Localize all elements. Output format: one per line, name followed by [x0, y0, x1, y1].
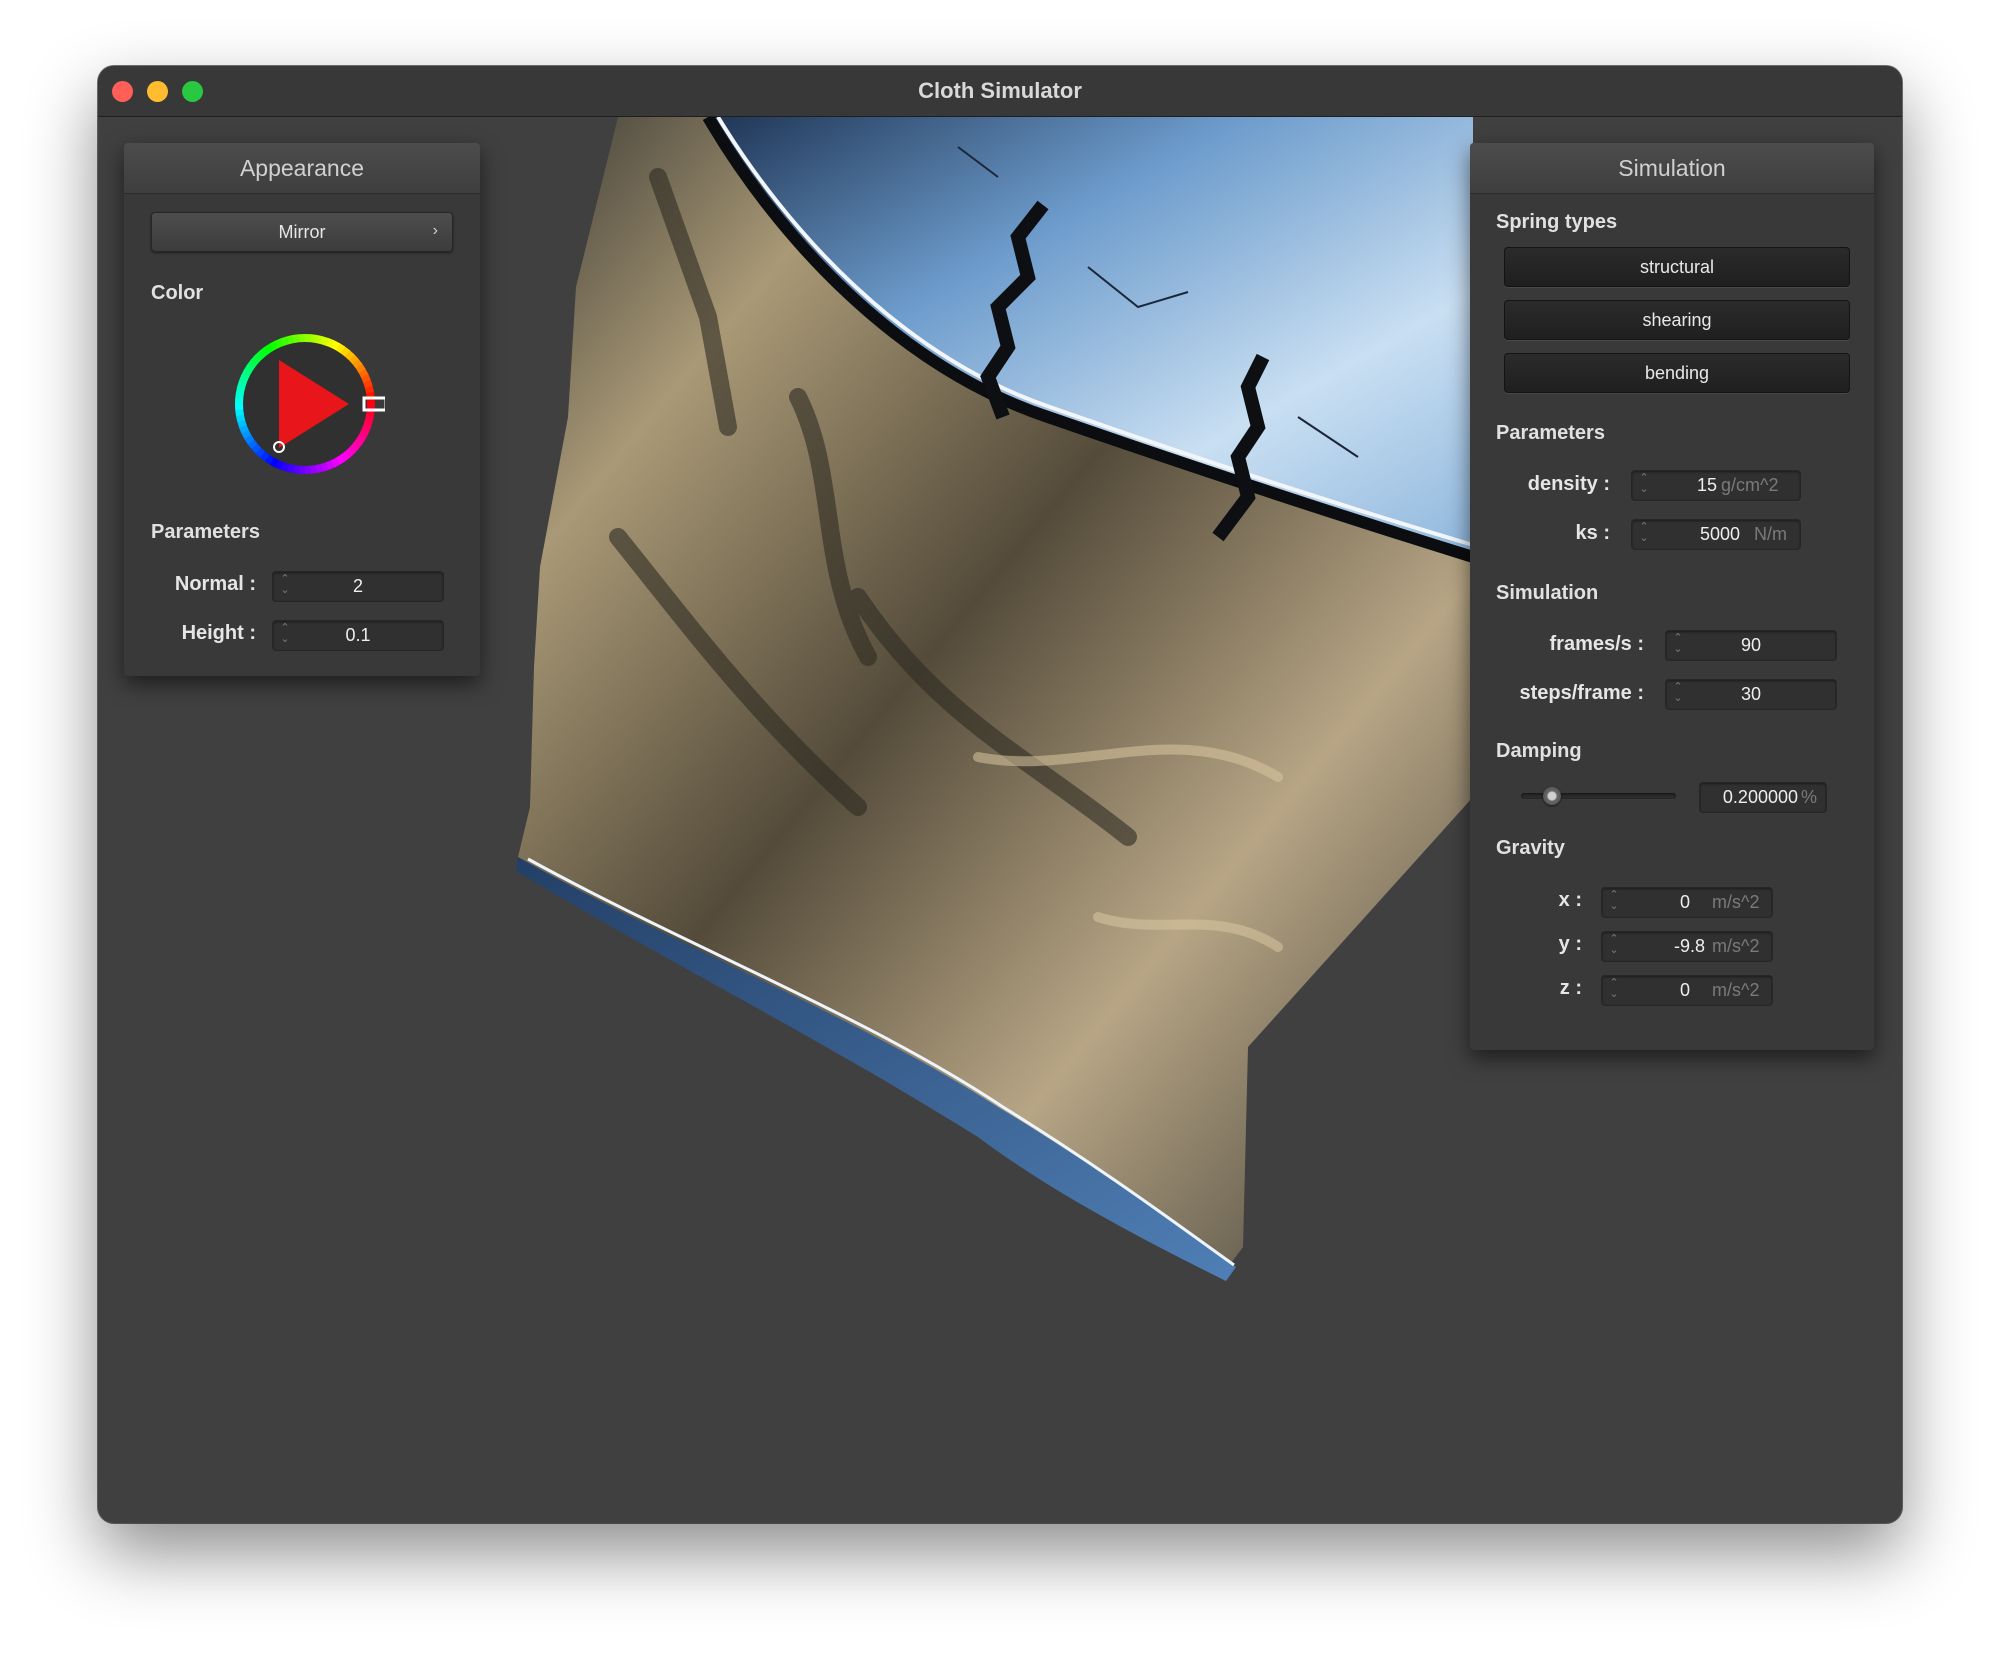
structural-button[interactable]: structural: [1504, 247, 1850, 287]
steps-per-frame-value: 30: [1740, 684, 1762, 704]
stepper-icon[interactable]: ⌃ ⌄: [1608, 934, 1620, 959]
gravity-x-value: 0: [1679, 892, 1690, 912]
damping-slider[interactable]: [1521, 784, 1676, 808]
gravity-label: Gravity: [1496, 837, 1565, 859]
stepper-icon[interactable]: ⌃ ⌄: [1608, 890, 1620, 915]
appearance-parameters-label: Parameters: [151, 521, 260, 543]
color-wheel-picker[interactable]: [225, 324, 385, 484]
damping-label: Damping: [1496, 740, 1582, 762]
stepper-icon[interactable]: ⌃ ⌄: [1638, 522, 1650, 547]
damping-unit: %: [1801, 787, 1818, 807]
frames-per-second-input[interactable]: ⌃ ⌄ 90: [1665, 630, 1837, 661]
ks-unit: N/m: [1754, 524, 1787, 544]
steps-per-frame-input[interactable]: ⌃ ⌄ 30: [1665, 679, 1837, 710]
gravity-x-input[interactable]: ⌃ ⌄ 0 m/s^2: [1601, 887, 1773, 918]
gravity-x-label: x :: [1558, 889, 1582, 911]
gravity-y-value: -9.8: [1673, 936, 1705, 956]
density-input[interactable]: ⌃ ⌄ 15 g/cm^2: [1631, 470, 1801, 501]
shader-dropdown-label: Mirror: [278, 222, 326, 242]
appearance-header: Appearance: [124, 143, 480, 194]
steps-per-frame-label: steps/frame :: [1519, 682, 1645, 704]
bending-button[interactable]: bending: [1504, 353, 1850, 393]
simulation-parameters-label: Parameters: [1496, 422, 1605, 444]
app-window: Cloth Simulator Appearance Mirror › Colo…: [98, 66, 1902, 1523]
simulation-panel: Simulation Spring types structural shear…: [1470, 143, 1874, 1050]
normal-input[interactable]: ⌃ ⌄ 2: [272, 571, 444, 602]
title-bar: Cloth Simulator: [98, 66, 1902, 117]
damping-value: 0.200000: [1722, 787, 1798, 807]
gravity-y-label: y :: [1558, 933, 1582, 955]
density-unit: g/cm^2: [1721, 475, 1779, 495]
gravity-y-input[interactable]: ⌃ ⌄ -9.8 m/s^2: [1601, 931, 1773, 962]
ks-input[interactable]: ⌃ ⌄ 5000 N/m: [1631, 519, 1801, 550]
damping-slider-knob[interactable]: [1543, 787, 1561, 805]
damping-input[interactable]: 0.200000 %: [1699, 782, 1827, 813]
gravity-y-unit: m/s^2: [1712, 936, 1760, 956]
chevron-right-icon: ›: [432, 222, 438, 239]
height-input[interactable]: ⌃ ⌄ 0.1: [272, 620, 444, 651]
height-value: 0.1: [345, 625, 371, 645]
height-label: Height :: [181, 622, 256, 644]
gravity-z-unit: m/s^2: [1712, 980, 1760, 1000]
stepper-icon[interactable]: ⌃ ⌄: [1608, 978, 1620, 1003]
shader-dropdown[interactable]: Mirror ›: [151, 212, 453, 252]
normal-value: 2: [352, 576, 363, 596]
color-label: Color: [151, 282, 204, 304]
window-title: Cloth Simulator: [918, 78, 1082, 103]
gravity-z-input[interactable]: ⌃ ⌄ 0 m/s^2: [1601, 975, 1773, 1006]
appearance-panel: Appearance Mirror › Color Parameters Nor…: [124, 143, 480, 676]
density-value: 15: [1696, 475, 1717, 495]
shearing-button[interactable]: shearing: [1504, 300, 1850, 340]
spring-types-label: Spring types: [1496, 211, 1618, 233]
normal-label: Normal :: [174, 573, 256, 595]
ks-value: 5000: [1699, 524, 1740, 544]
simulation-section-label: Simulation: [1496, 582, 1599, 604]
frames-per-second-label: frames/s :: [1549, 633, 1645, 655]
frames-per-second-value: 90: [1740, 635, 1762, 655]
gravity-z-label: z :: [1559, 977, 1582, 999]
ks-label: ks :: [1575, 522, 1610, 544]
stepper-icon[interactable]: ⌃ ⌄: [1638, 473, 1650, 498]
density-label: density :: [1527, 473, 1610, 495]
gravity-z-value: 0: [1679, 980, 1690, 1000]
gravity-x-unit: m/s^2: [1712, 892, 1760, 912]
simulation-header: Simulation: [1470, 143, 1874, 194]
